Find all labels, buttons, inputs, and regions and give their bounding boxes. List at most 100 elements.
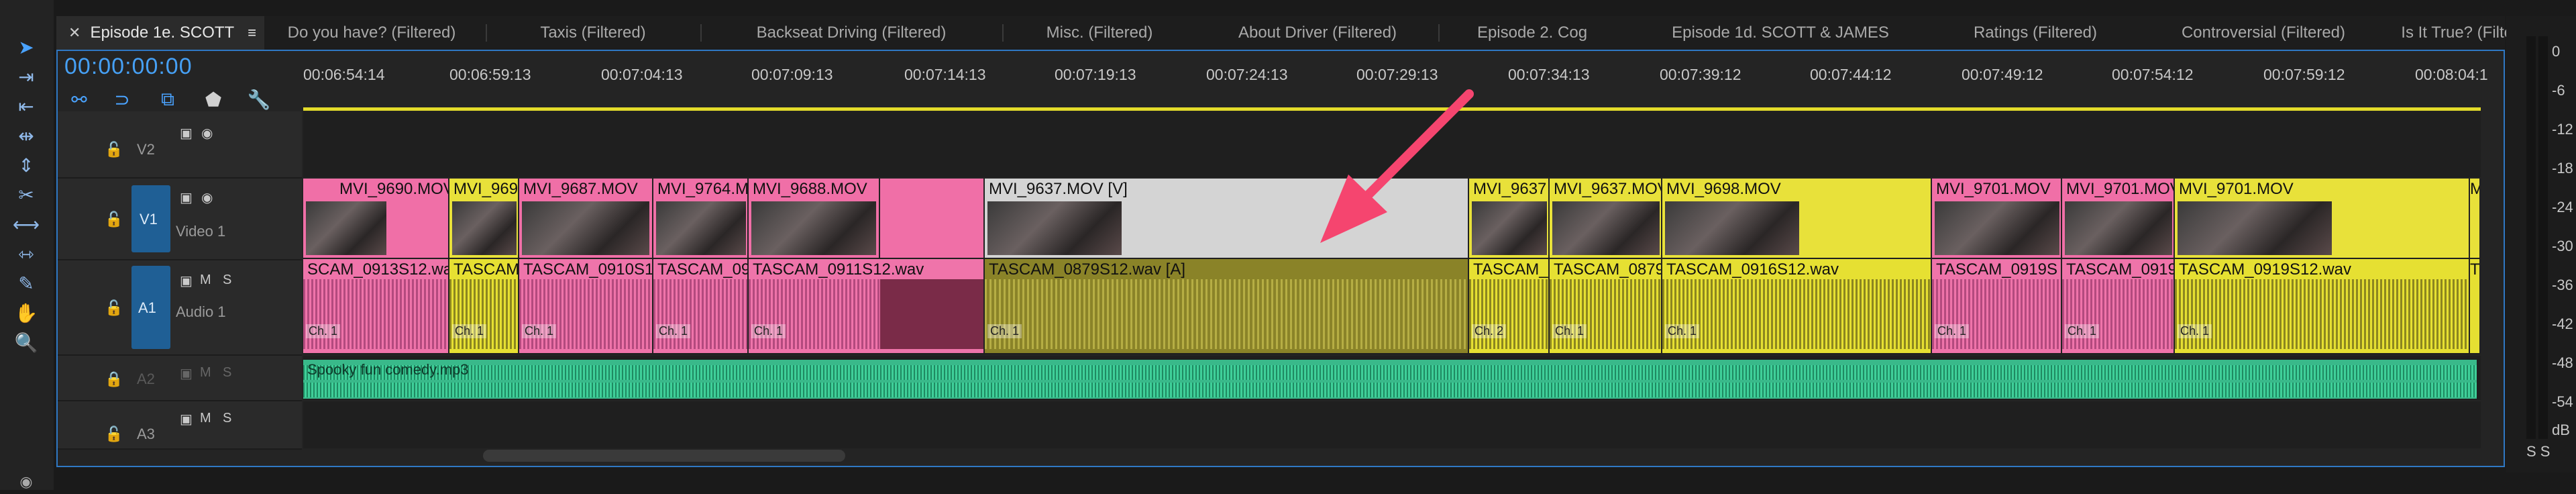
music-clip[interactable] (303, 360, 2477, 399)
meter-solo-buttons[interactable]: S S (2526, 443, 2550, 460)
track-lane-a3[interactable] (303, 401, 2481, 448)
audio-clip[interactable]: T (2470, 259, 2481, 353)
video-clip[interactable]: MVI_969 (449, 179, 519, 258)
audio-clip[interactable]: TASCAM_09 Ch. 1 (653, 259, 749, 353)
lock-icon[interactable]: 🔓 (105, 211, 123, 228)
wrench-icon[interactable]: 🔧 (244, 86, 274, 113)
lock-icon[interactable]: 🔓 (105, 299, 123, 317)
solo-button[interactable]: S (223, 411, 231, 426)
video-clip[interactable]: MVI_9698.MOV (1662, 179, 1932, 258)
video-clip[interactable]: MVI_9701.MOV (2175, 179, 2470, 258)
slip-icon[interactable]: ⟷ (12, 212, 40, 236)
tab-menu-icon[interactable]: ≡ (248, 24, 256, 42)
channel-label: Ch. 1 (306, 324, 341, 338)
lock-icon[interactable]: 🔒 (105, 370, 123, 388)
clip-name: MVI_9701.MOV (1936, 180, 2051, 198)
zoom-tool-icon[interactable]: 🔍 (12, 330, 40, 354)
film-icon[interactable]: ▣ (180, 189, 193, 206)
razor-icon[interactable]: ✂ (12, 183, 40, 207)
audio-clip[interactable]: TASCAM_0916S12.wav Ch. 1 (1662, 259, 1932, 353)
video-clip[interactable]: MVI_9637.MOV (1550, 179, 1662, 258)
channel-label: Ch. 2 (1472, 324, 1507, 338)
meter-tick: -36 (2552, 277, 2573, 293)
tab-do-you-have[interactable]: Do you have? (Filtered) (264, 16, 479, 50)
clip-name: TASCAM_0879S12.wav [A] (989, 260, 1186, 279)
film-icon[interactable]: ▣ (180, 125, 193, 142)
hand-tool-icon[interactable]: ✋ (12, 301, 40, 325)
clip-name: MVI_9764.M (657, 180, 749, 198)
tab-backseat-driving[interactable]: Backseat Driving (Filtered) (700, 16, 1002, 50)
playhead-timecode[interactable]: 00:00:00:00 (64, 54, 193, 80)
clip-name: MVI_9701.MOV (2066, 180, 2175, 198)
tab-label: Episode 1e. SCOTT (90, 23, 235, 42)
meter-bar-left (2526, 36, 2536, 439)
film-icon[interactable]: ▣ (180, 365, 193, 382)
close-tab-icon[interactable]: ✕ (68, 24, 80, 42)
video-clip[interactable]: MVI_9688.MOV (749, 179, 880, 258)
mute-button[interactable]: M (200, 365, 211, 381)
clip-name: MVI_9687.MOV (523, 180, 638, 198)
audio-clip[interactable]: TASCAM_0919S Ch. 1 (1932, 259, 2062, 353)
eye-icon[interactable]: ◉ (12, 470, 40, 494)
clip-name: MVI_9690.MOV (339, 180, 449, 198)
track-select-forward-icon[interactable]: ⇥ (12, 64, 40, 89)
video-clip[interactable]: M (2470, 179, 2481, 258)
slide-icon[interactable]: ⇿ (12, 242, 40, 266)
tab-ratings[interactable]: Ratings (Filtered) (1935, 16, 2136, 50)
horizontal-scrollbar[interactable] (483, 450, 845, 462)
audio-clip[interactable]: TASCAM_C Ch. 2 (1469, 259, 1550, 353)
ruler-tick: 00:07:49:12 (1962, 66, 2043, 83)
clip-name: TASCAM_0916S12.wav (1666, 260, 1839, 279)
ruler-tick: 00:07:34:13 (1508, 66, 1590, 83)
ruler-tick: 00:07:14:13 (904, 66, 986, 83)
marker-icon[interactable]: ⬟ (199, 86, 228, 113)
audio-clip[interactable]: SCAM_0913S12.wav Ch. 1 (303, 259, 449, 353)
channel-label: Ch. 1 (1552, 324, 1587, 338)
audio-clip[interactable]: TASCAM_0911S12.wav Ch. 1 (749, 259, 985, 353)
mute-button[interactable]: M (200, 273, 211, 288)
clip-name: TASCAM_0919S12.wav (2179, 260, 2352, 279)
video-clip[interactable]: MVI_9701.MOV (1932, 179, 2062, 258)
film-icon[interactable]: ▣ (180, 411, 193, 428)
video-clip[interactable]: MVI_9764.M (653, 179, 749, 258)
selection-tool-icon[interactable]: ➤ (12, 35, 40, 59)
audio-clip[interactable]: TASCAM_0879 Ch. 1 (1550, 259, 1662, 353)
lock-icon[interactable]: 🔓 (105, 141, 123, 158)
ripple-edit-icon[interactable]: ⇤ (12, 94, 40, 118)
audio-clip[interactable]: TASCAM_0919S12.wav Ch. 1 (2175, 259, 2470, 353)
rate-stretch-icon[interactable]: ⇕ (12, 153, 40, 177)
pen-tool-icon[interactable]: ✎ (12, 271, 40, 295)
audio-clip[interactable]: TASCAM_0919 Ch. 1 (2062, 259, 2175, 353)
ruler-tick: 00:07:44:12 (1810, 66, 1892, 83)
solo-button[interactable]: S (223, 365, 231, 381)
tab-misc[interactable]: Misc. (Filtered) (1002, 16, 1197, 50)
track-header-a2: 🔒 A2 ▣ M S (58, 356, 302, 401)
meter-bar-right (2538, 36, 2548, 439)
film-icon[interactable]: ▣ (180, 273, 193, 289)
meter-unit: dB (2552, 422, 2570, 438)
tab-episode-1d[interactable]: Episode 1d. SCOTT & JAMES (1626, 16, 1935, 50)
clip-name: T (2470, 260, 2480, 279)
audio-clip-selected[interactable]: TASCAM_0879S12.wav [A] Ch. 1 (985, 259, 1469, 353)
solo-button[interactable]: S (223, 273, 231, 288)
eye-icon[interactable]: ◉ (201, 125, 213, 142)
video-clip[interactable]: MVI_9690.MOV (303, 179, 449, 258)
tab-taxis[interactable]: Taxis (Filtered) (486, 16, 700, 50)
meter-tick: -54 (2552, 393, 2573, 410)
audio-clip[interactable]: TASCAM Ch. 1 (449, 259, 519, 353)
eye-icon[interactable]: ◉ (201, 189, 213, 206)
snap-icon[interactable]: ⚯ (64, 86, 94, 113)
rolling-edit-icon[interactable]: ⇹ (12, 124, 40, 148)
video-clip[interactable]: MVI_9701.MOV (2062, 179, 2175, 258)
lock-icon[interactable]: 🔓 (105, 426, 123, 443)
video-clip[interactable] (880, 179, 985, 258)
video-clip[interactable]: MVI_9687.MOV (519, 179, 653, 258)
linked-selection-icon[interactable]: ⊃ (107, 86, 137, 113)
tab-episode-2-cog[interactable]: Episode 2. Cog (1438, 16, 1626, 50)
tab-episode-1e-scott[interactable]: ✕ Episode 1e. SCOTT ≡ (56, 16, 264, 50)
audio-clip[interactable]: TASCAM_0910S12 Ch. 1 (519, 259, 653, 353)
add-marker-group-icon[interactable]: ⧉ (153, 86, 182, 113)
track-header-v1: 🔓 V1 ▣ ◉ Video 1 (58, 179, 302, 260)
tab-about-driver[interactable]: About Driver (Filtered) (1197, 16, 1438, 50)
mute-button[interactable]: M (200, 411, 211, 426)
